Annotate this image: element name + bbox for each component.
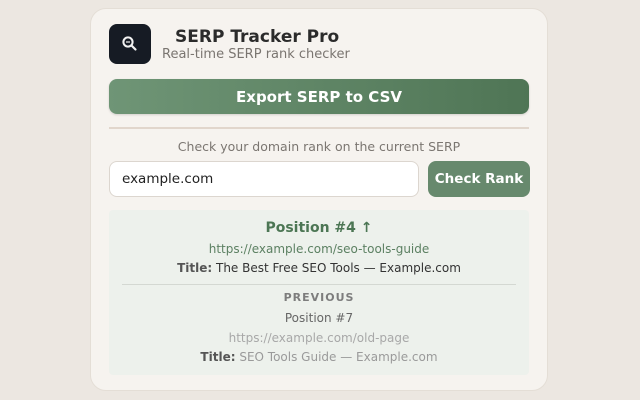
- current-url: https://example.com/seo-tools-guide: [208, 242, 430, 256]
- export-serp-csv-button[interactable]: Export SERP to CSV: [109, 79, 529, 114]
- current-title: Title: The Best Free SEO Tools — Example…: [109, 261, 529, 275]
- current-title-label: Title:: [177, 261, 213, 275]
- section-divider: [109, 127, 529, 129]
- current-position: Position #4 ↑: [265, 220, 373, 236]
- app-subtitle: Real-time SERP rank checker: [162, 47, 350, 62]
- previous-title: Title: SEO Tools Guide — Example.com: [109, 350, 529, 364]
- rank-check-hint: Check your domain rank on the current SE…: [177, 139, 461, 154]
- previous-position: Position #7: [284, 311, 354, 325]
- app-logo: [109, 24, 151, 64]
- previous-label: PREVIOUS: [283, 291, 355, 304]
- app-title: SERP Tracker Pro: [175, 27, 340, 47]
- domain-input[interactable]: [109, 161, 419, 197]
- result-divider: [122, 284, 516, 285]
- previous-url: https://example.com/old-page: [228, 331, 410, 345]
- magnifier-icon: [122, 36, 137, 51]
- check-rank-button[interactable]: Check Rank: [428, 161, 530, 197]
- rank-result-panel: Position #4 ↑ https://example.com/seo-to…: [109, 210, 529, 375]
- previous-title-label: Title:: [200, 350, 236, 364]
- popup-card: SERP Tracker Pro Real-time SERP rank che…: [90, 8, 548, 391]
- header: SERP Tracker Pro Real-time SERP rank che…: [109, 24, 529, 64]
- previous-title-value: SEO Tools Guide — Example.com: [239, 350, 438, 364]
- current-title-value: The Best Free SEO Tools — Example.com: [215, 261, 461, 275]
